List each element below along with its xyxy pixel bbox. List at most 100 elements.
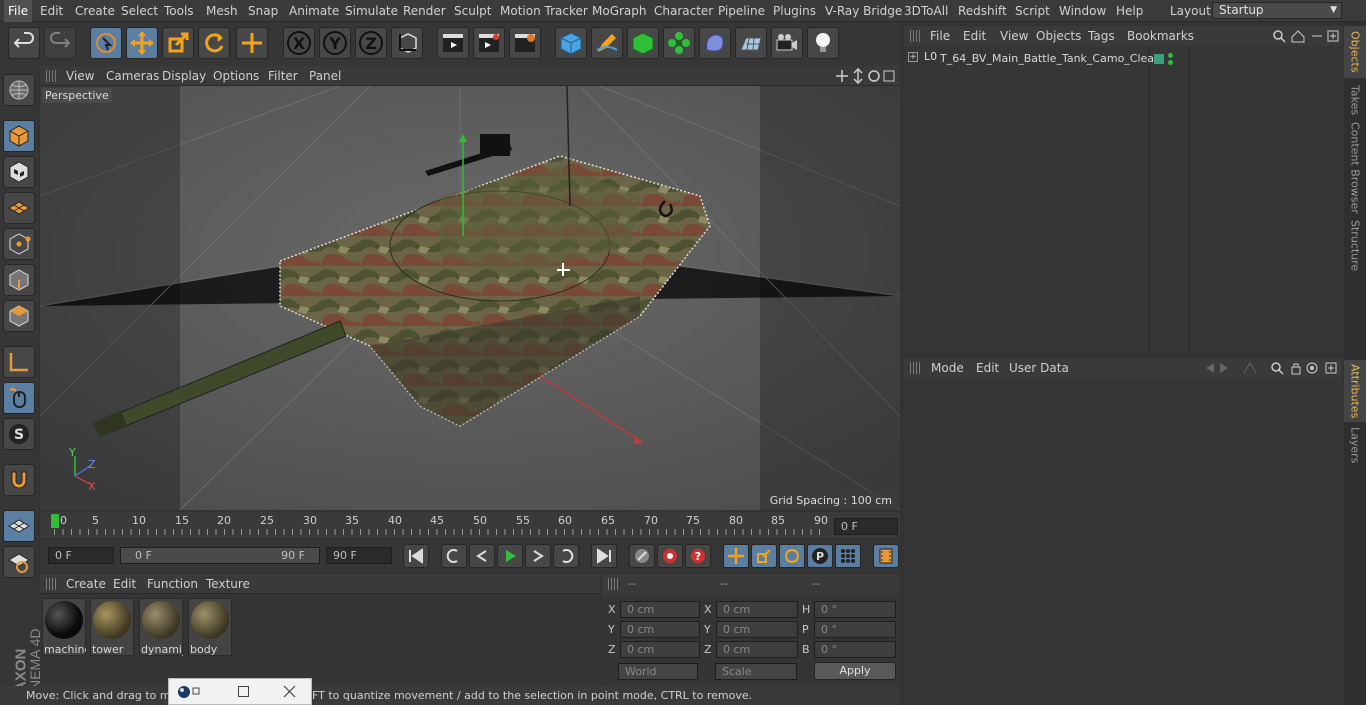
- frame-range-slider[interactable]: 0 F 90 F: [120, 547, 320, 564]
- material-swatch[interactable]: body: [188, 598, 232, 656]
- object-menu-bookmarks[interactable]: Bookmarks: [1127, 26, 1194, 46]
- transform-tool-button[interactable]: [236, 27, 268, 59]
- go-to-start-button[interactable]: [403, 544, 429, 568]
- polygons-mode-button[interactable]: [3, 300, 35, 332]
- light-button[interactable]: [807, 27, 839, 59]
- viewport-menu-filter[interactable]: Filter: [268, 66, 298, 86]
- key-scale-button[interactable]: [751, 544, 777, 568]
- menu-mograph[interactable]: MoGraph: [588, 0, 651, 22]
- close-icon[interactable]: [283, 685, 296, 698]
- editor-visibility-dot[interactable]: [1168, 53, 1173, 58]
- apply-button[interactable]: Apply: [814, 662, 896, 680]
- menu-vray-bridge[interactable]: V-Ray Bridge: [821, 0, 906, 22]
- snapping-button[interactable]: [3, 464, 35, 496]
- z-axis-lock-button[interactable]: Z: [355, 27, 387, 59]
- tab-objects[interactable]: Objects: [1344, 26, 1366, 78]
- edges-mode-button[interactable]: [3, 264, 35, 296]
- floor-button[interactable]: [735, 27, 767, 59]
- menu-character[interactable]: Character: [650, 0, 717, 22]
- maximize-icon[interactable]: [238, 686, 249, 697]
- menu-animate[interactable]: Animate: [285, 0, 343, 22]
- attribute-menu-user-data[interactable]: User Data: [1009, 358, 1069, 378]
- x-axis-lock-button[interactable]: X: [283, 27, 315, 59]
- coordinate-mode-select[interactable]: Scale: [715, 663, 797, 680]
- make-editable-button[interactable]: [3, 74, 35, 106]
- solo-button[interactable]: S: [3, 418, 35, 450]
- attribute-manager-tool-icons[interactable]: [1204, 361, 1340, 375]
- autokey-button[interactable]: [657, 544, 683, 568]
- render-settings-button[interactable]: [509, 27, 541, 59]
- layout-select[interactable]: Startup ▼: [1212, 2, 1342, 19]
- layer-color-swatch[interactable]: [1154, 54, 1164, 64]
- object-manager-tool-icons[interactable]: [1272, 29, 1340, 43]
- key-rotation-button[interactable]: [779, 544, 805, 568]
- material-swatch[interactable]: dynami_: [139, 598, 183, 656]
- deformer-button[interactable]: [699, 27, 731, 59]
- sync-workplane-button[interactable]: [3, 546, 35, 578]
- menu-plugins[interactable]: Plugins: [769, 0, 820, 22]
- go-to-end-button[interactable]: [591, 544, 617, 568]
- menu-script[interactable]: Script: [1011, 0, 1054, 22]
- next-key-button[interactable]: [553, 544, 579, 568]
- rotation-b-field[interactable]: 0 °: [814, 641, 896, 658]
- menu-window[interactable]: Window: [1055, 0, 1110, 22]
- object-menu-objects[interactable]: Objects: [1036, 26, 1081, 46]
- viewport-menu-cameras[interactable]: Cameras: [106, 66, 159, 86]
- tab-attributes[interactable]: Attributes: [1344, 360, 1366, 422]
- coordinate-space-select[interactable]: World: [618, 663, 698, 680]
- start-frame-field[interactable]: 0 F: [48, 547, 114, 564]
- menu-file[interactable]: File: [4, 0, 33, 22]
- keyframe-selection-button[interactable]: ?: [685, 544, 711, 568]
- menu-redshift[interactable]: Redshift: [954, 0, 1011, 22]
- menu-tools[interactable]: Tools: [160, 0, 198, 22]
- record-keys-button[interactable]: [629, 544, 655, 568]
- tab-content-browser[interactable]: Content Browser: [1344, 122, 1366, 214]
- rotation-p-field[interactable]: 0 °: [814, 621, 896, 638]
- subdivision-button[interactable]: [627, 27, 659, 59]
- tab-takes[interactable]: Takes: [1344, 80, 1366, 120]
- position-x-field[interactable]: 0 cm: [620, 601, 700, 618]
- render-to-picture-viewer-button[interactable]: [473, 27, 505, 59]
- timeline-ruler[interactable]: 0 5 10 15 20 25 30 35 40 45 50 55 60 65 …: [40, 512, 900, 538]
- viewport-menu-options[interactable]: Options: [213, 66, 259, 86]
- menu-snap[interactable]: Snap: [244, 0, 282, 22]
- key-position-button[interactable]: [723, 544, 749, 568]
- previous-frame-button[interactable]: [469, 544, 495, 568]
- workplane-lock-button[interactable]: [3, 510, 35, 542]
- object-menu-file[interactable]: File: [930, 26, 950, 46]
- coordinate-system-button[interactable]: [391, 27, 423, 59]
- object-menu-view[interactable]: View: [1000, 26, 1028, 46]
- scale-tool-button[interactable]: [162, 27, 194, 59]
- viewport-menu-display[interactable]: Display: [162, 66, 206, 86]
- material-menu-texture[interactable]: Texture: [206, 574, 250, 594]
- tree-row[interactable]: + L0 T_64_BV_Main_Battle_Tank_Camo_Clean: [908, 50, 1161, 68]
- material-swatch[interactable]: tower: [90, 598, 134, 656]
- expand-icon[interactable]: +: [908, 52, 918, 62]
- position-y-field[interactable]: 0 cm: [620, 621, 700, 638]
- menu-edit[interactable]: Edit: [36, 0, 67, 22]
- axis-mode-button[interactable]: [3, 346, 35, 378]
- attribute-menu-mode[interactable]: Mode: [931, 358, 964, 378]
- previous-key-button[interactable]: [441, 544, 467, 568]
- object-menu-edit[interactable]: Edit: [963, 26, 986, 46]
- menu-select[interactable]: Select: [117, 0, 162, 22]
- render-view-button[interactable]: [437, 27, 469, 59]
- size-y-field[interactable]: 0 cm: [716, 621, 798, 638]
- key-parameter-button[interactable]: P: [807, 544, 833, 568]
- y-axis-lock-button[interactable]: Y: [319, 27, 351, 59]
- viewport-move-icon[interactable]: [836, 67, 896, 85]
- workplane-mode-button[interactable]: [3, 192, 35, 224]
- timeline-window-button[interactable]: [873, 544, 899, 568]
- menu-sculpt[interactable]: Sculpt: [450, 0, 495, 22]
- live-selection-button[interactable]: [90, 27, 122, 59]
- size-z-field[interactable]: 0 cm: [716, 641, 798, 658]
- cube-object-button[interactable]: [555, 27, 587, 59]
- texture-mode-button[interactable]: [3, 156, 35, 188]
- menu-render[interactable]: Render: [399, 0, 450, 22]
- pen-spline-button[interactable]: [591, 27, 623, 59]
- menu-create[interactable]: Create: [71, 0, 119, 22]
- key-pla-button[interactable]: [835, 544, 861, 568]
- play-button[interactable]: [497, 544, 523, 568]
- viewport-menu-view[interactable]: View: [66, 66, 94, 86]
- points-mode-button[interactable]: [3, 228, 35, 260]
